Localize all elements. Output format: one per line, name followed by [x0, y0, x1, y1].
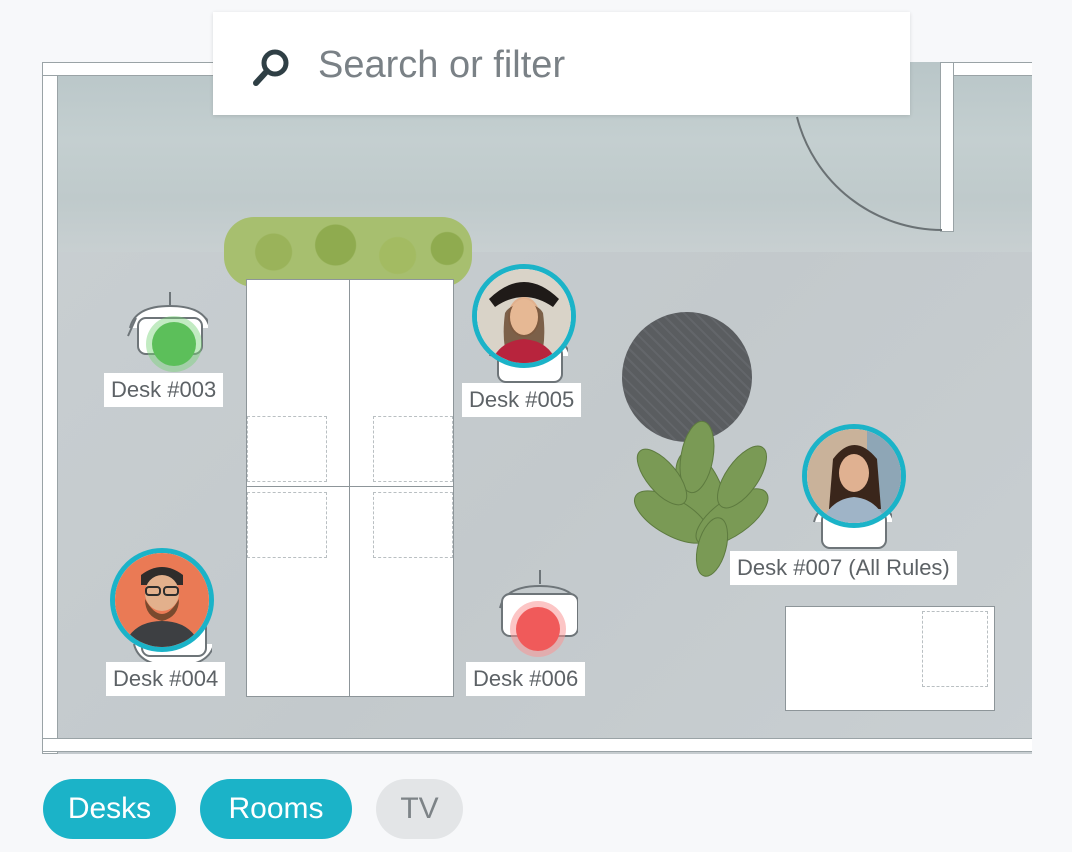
top-wall-right [947, 62, 1032, 76]
desk-spot [373, 416, 453, 482]
desk-spot [373, 492, 453, 558]
floor-plan[interactable]: Desk #003 Desk #005 Desk #004 Desk #006 … [42, 62, 1032, 754]
table-divider [247, 486, 453, 487]
desk-spot [922, 611, 988, 687]
search-icon [253, 49, 289, 86]
table-divider [349, 280, 350, 696]
left-wall [42, 62, 58, 754]
desk-label-005[interactable]: Desk #005 [462, 383, 582, 418]
desk-label-004[interactable]: Desk #004 [106, 662, 226, 697]
avatar-bearded-man[interactable] [110, 548, 214, 652]
search-input[interactable] [316, 38, 880, 92]
bottom-wall [42, 738, 1032, 752]
avatar-woman-hat[interactable] [472, 264, 576, 368]
hedge-planter [224, 217, 472, 287]
desk-spot [247, 416, 327, 482]
shared-table [246, 279, 454, 697]
search-bar[interactable] [213, 12, 910, 115]
available-status-dot[interactable] [152, 322, 196, 366]
person-photo-icon [477, 269, 571, 363]
desk-label-003[interactable]: Desk #003 [104, 373, 224, 408]
desk-spot [247, 492, 327, 558]
desk-label-007[interactable]: Desk #007 (All Rules) [730, 551, 957, 586]
side-table [785, 606, 995, 711]
top-wall-left [42, 62, 216, 76]
desk-label-006[interactable]: Desk #006 [466, 662, 586, 697]
unavailable-status-dot[interactable] [516, 607, 560, 651]
avatar-smiling-woman[interactable] [802, 424, 906, 528]
person-photo-icon [115, 553, 209, 647]
person-photo-icon [807, 429, 901, 523]
filter-chip-desks[interactable]: Desks [43, 779, 176, 839]
filter-chip-tv[interactable]: TV [376, 779, 463, 839]
filter-chip-rooms[interactable]: Rooms [200, 779, 352, 839]
